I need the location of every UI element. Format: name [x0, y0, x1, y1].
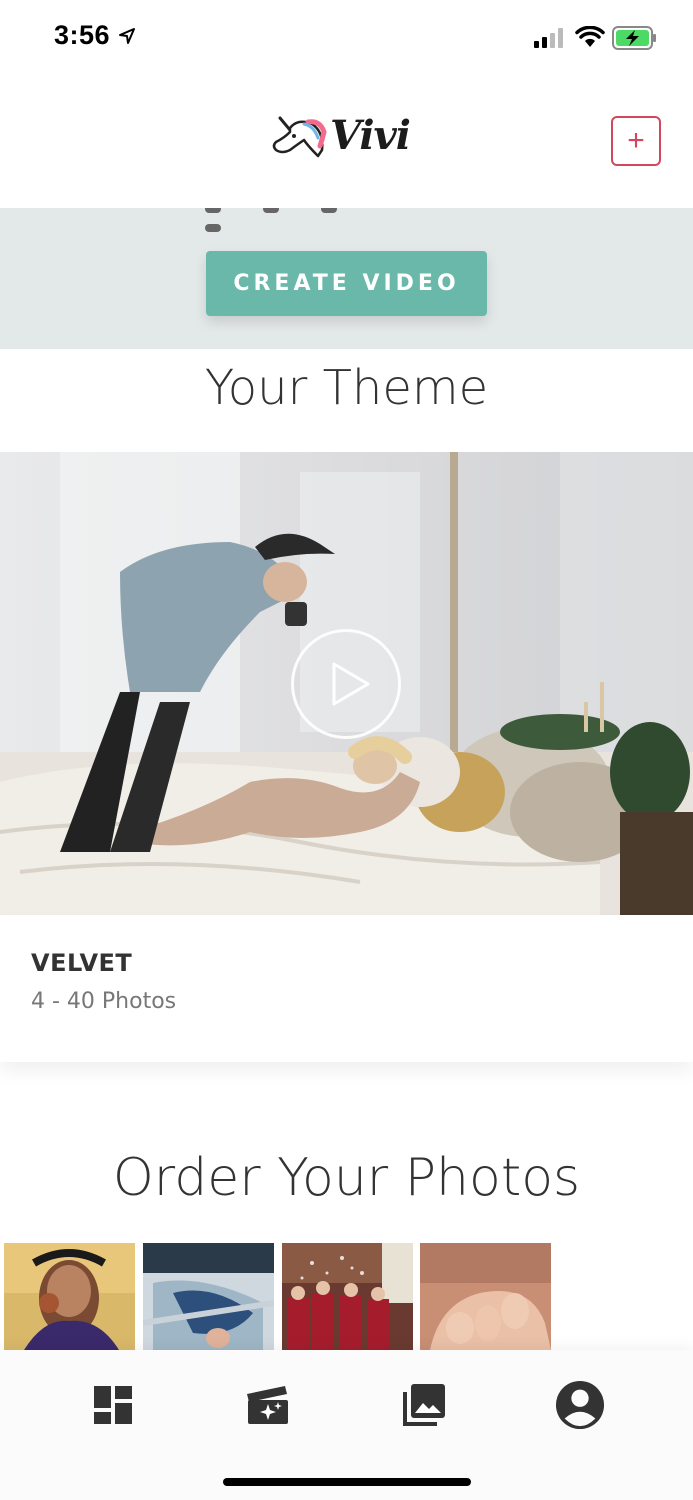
theme-photo-range: 4 - 40 Photos — [31, 989, 177, 1014]
vivi-logo: Vivi — [268, 110, 428, 170]
photo-thumbnail[interactable] — [420, 1243, 551, 1350]
photo-strip — [4, 1243, 693, 1350]
bottom-tab-bar — [0, 1350, 693, 1500]
play-icon — [332, 662, 370, 706]
status-time: 3:56 — [54, 20, 111, 50]
video-create-icon — [247, 1386, 288, 1424]
logo-text: Vivi — [330, 112, 411, 159]
dashboard-icon — [94, 1386, 132, 1424]
tab-photo-library[interactable] — [399, 1380, 449, 1430]
photo-thumbnail[interactable] — [282, 1243, 413, 1350]
tab-dashboard[interactable] — [88, 1380, 138, 1430]
add-project-button[interactable]: + — [611, 116, 661, 166]
home-indicator — [223, 1478, 471, 1486]
photo-image — [420, 1243, 551, 1350]
status-bar: 3:56 — [0, 0, 693, 78]
account-icon — [555, 1380, 605, 1430]
create-video-section: CREATE VIDEO — [0, 208, 693, 349]
carousel-dots — [205, 208, 405, 232]
theme-name: VELVET — [31, 949, 133, 977]
photo-library-icon — [403, 1384, 445, 1426]
photo-image — [143, 1243, 274, 1350]
cellular-signal-icon — [534, 28, 563, 48]
photo-thumbnail[interactable] — [143, 1243, 274, 1350]
tab-create-video[interactable] — [243, 1380, 293, 1430]
order-photos-heading: Order Your Photos — [112, 1148, 581, 1208]
play-button[interactable] — [291, 629, 401, 739]
your-theme-heading: Your Theme — [204, 360, 489, 416]
app-header: Vivi + — [0, 78, 693, 208]
photo-image — [4, 1243, 135, 1350]
unicorn-icon — [272, 116, 327, 158]
theme-preview-video[interactable] — [0, 452, 693, 915]
tab-account[interactable] — [555, 1380, 605, 1430]
location-arrow-icon — [119, 28, 135, 44]
battery-charging-icon — [612, 26, 656, 50]
photo-image — [282, 1243, 413, 1350]
photo-thumbnail[interactable] — [4, 1243, 135, 1350]
create-video-button[interactable]: CREATE VIDEO — [206, 251, 487, 316]
theme-card[interactable]: VELVET 4 - 40 Photos — [0, 915, 693, 1062]
wifi-icon — [575, 26, 605, 47]
